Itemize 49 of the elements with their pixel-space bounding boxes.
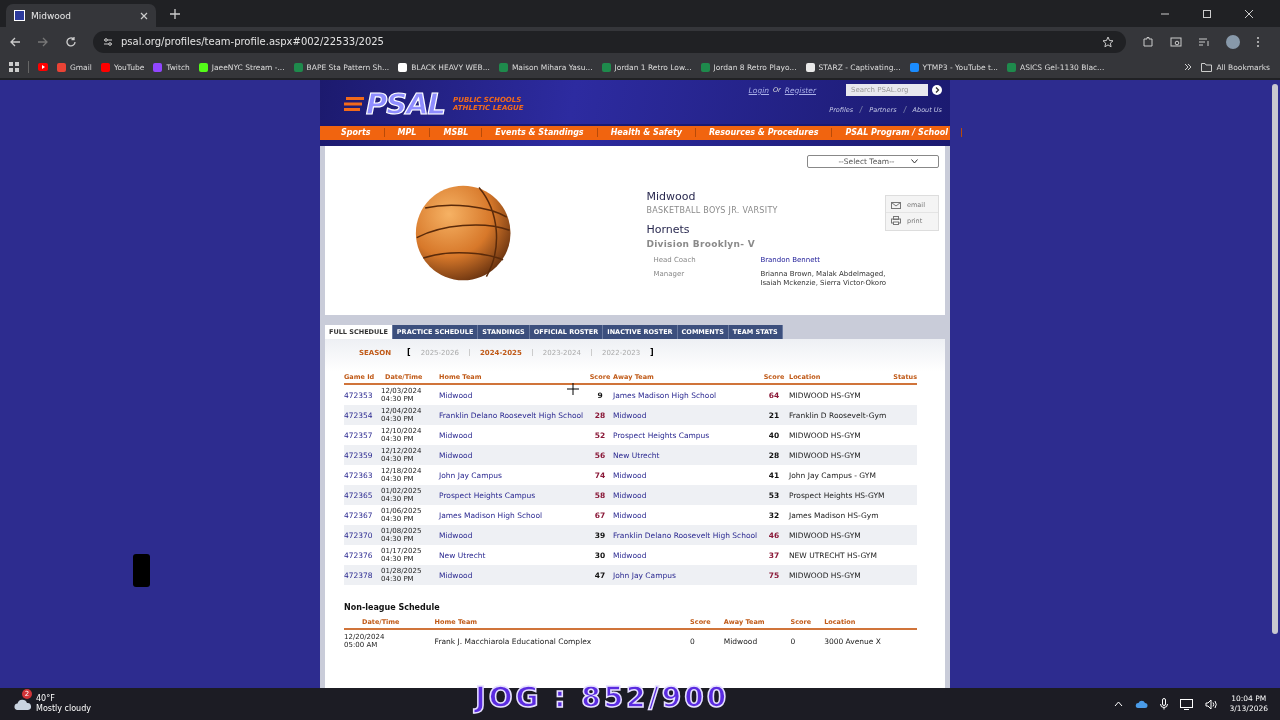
dropdown-caret-icon <box>910 159 918 164</box>
stream-counter-overlay: JOG : 852/900 <box>475 680 730 714</box>
new-tab-icon[interactable] <box>170 8 180 19</box>
site-favicon-icon <box>14 10 25 21</box>
cursor-icon <box>567 383 579 395</box>
envelope-icon <box>891 201 901 209</box>
close-tab-icon[interactable] <box>140 11 148 20</box>
browser-tab[interactable]: Midwood <box>6 4 156 27</box>
temperature: 40°F <box>36 694 56 704</box>
cloud-icon <box>12 697 32 711</box>
printer-icon <box>891 216 901 225</box>
search-go-icon[interactable] <box>932 85 942 95</box>
media-control-icon[interactable] <box>1198 35 1210 48</box>
cloud-sync-icon[interactable] <box>1134 699 1148 709</box>
logo-stripes-icon <box>344 96 364 112</box>
device-placeholder <box>133 554 150 587</box>
bracket: [ <box>407 348 411 357</box>
section-title: Non-league Schedule <box>344 603 441 612</box>
chevron-up-icon[interactable] <box>1113 701 1123 707</box>
tab-title: Midwood <box>31 10 73 21</box>
bracket: ] <box>650 348 654 357</box>
display-icon[interactable] <box>1179 698 1193 710</box>
microphone-icon[interactable] <box>1159 698 1168 710</box>
folder-icon <box>1201 62 1213 72</box>
apps-grid-icon[interactable] <box>9 62 19 72</box>
slash-separator-icon <box>902 106 907 113</box>
profile-avatar[interactable] <box>1226 34 1240 49</box>
speaker-icon[interactable] <box>1204 698 1218 710</box>
forward-icon[interactable] <box>37 35 49 48</box>
menu-icon[interactable] <box>1256 35 1260 48</box>
team-division: Division Brooklyn- V <box>646 239 756 249</box>
tab-search-icon[interactable] <box>1170 35 1182 48</box>
weather-condition: Mostly cloudy <box>36 704 91 714</box>
close-icon[interactable] <box>1244 8 1254 19</box>
extensions-icon[interactable] <box>1142 35 1154 48</box>
team-sport: BASKETBALL BOYS JR. VARSITY <box>646 206 779 215</box>
reload-icon[interactable] <box>65 35 77 48</box>
bookmark-star-icon[interactable] <box>1102 35 1114 48</box>
slash-separator-icon <box>859 106 864 113</box>
scrollbar[interactable] <box>1272 84 1278 634</box>
maximize-icon[interactable] <box>1202 8 1212 19</box>
address-bar[interactable]: psal.org/profiles/team-profile.aspx#002/22533/2025 <box>93 30 1126 53</box>
site-info-icon[interactable] <box>103 36 113 47</box>
back-icon[interactable] <box>9 35 21 48</box>
team-mascot: Hornets <box>646 223 691 236</box>
play-button-icon[interactable] <box>38 63 48 71</box>
psal-logo[interactable]: PSAL <box>366 89 446 119</box>
team-name: Midwood <box>646 190 697 203</box>
double-chevron-icon[interactable] <box>1184 63 1193 71</box>
